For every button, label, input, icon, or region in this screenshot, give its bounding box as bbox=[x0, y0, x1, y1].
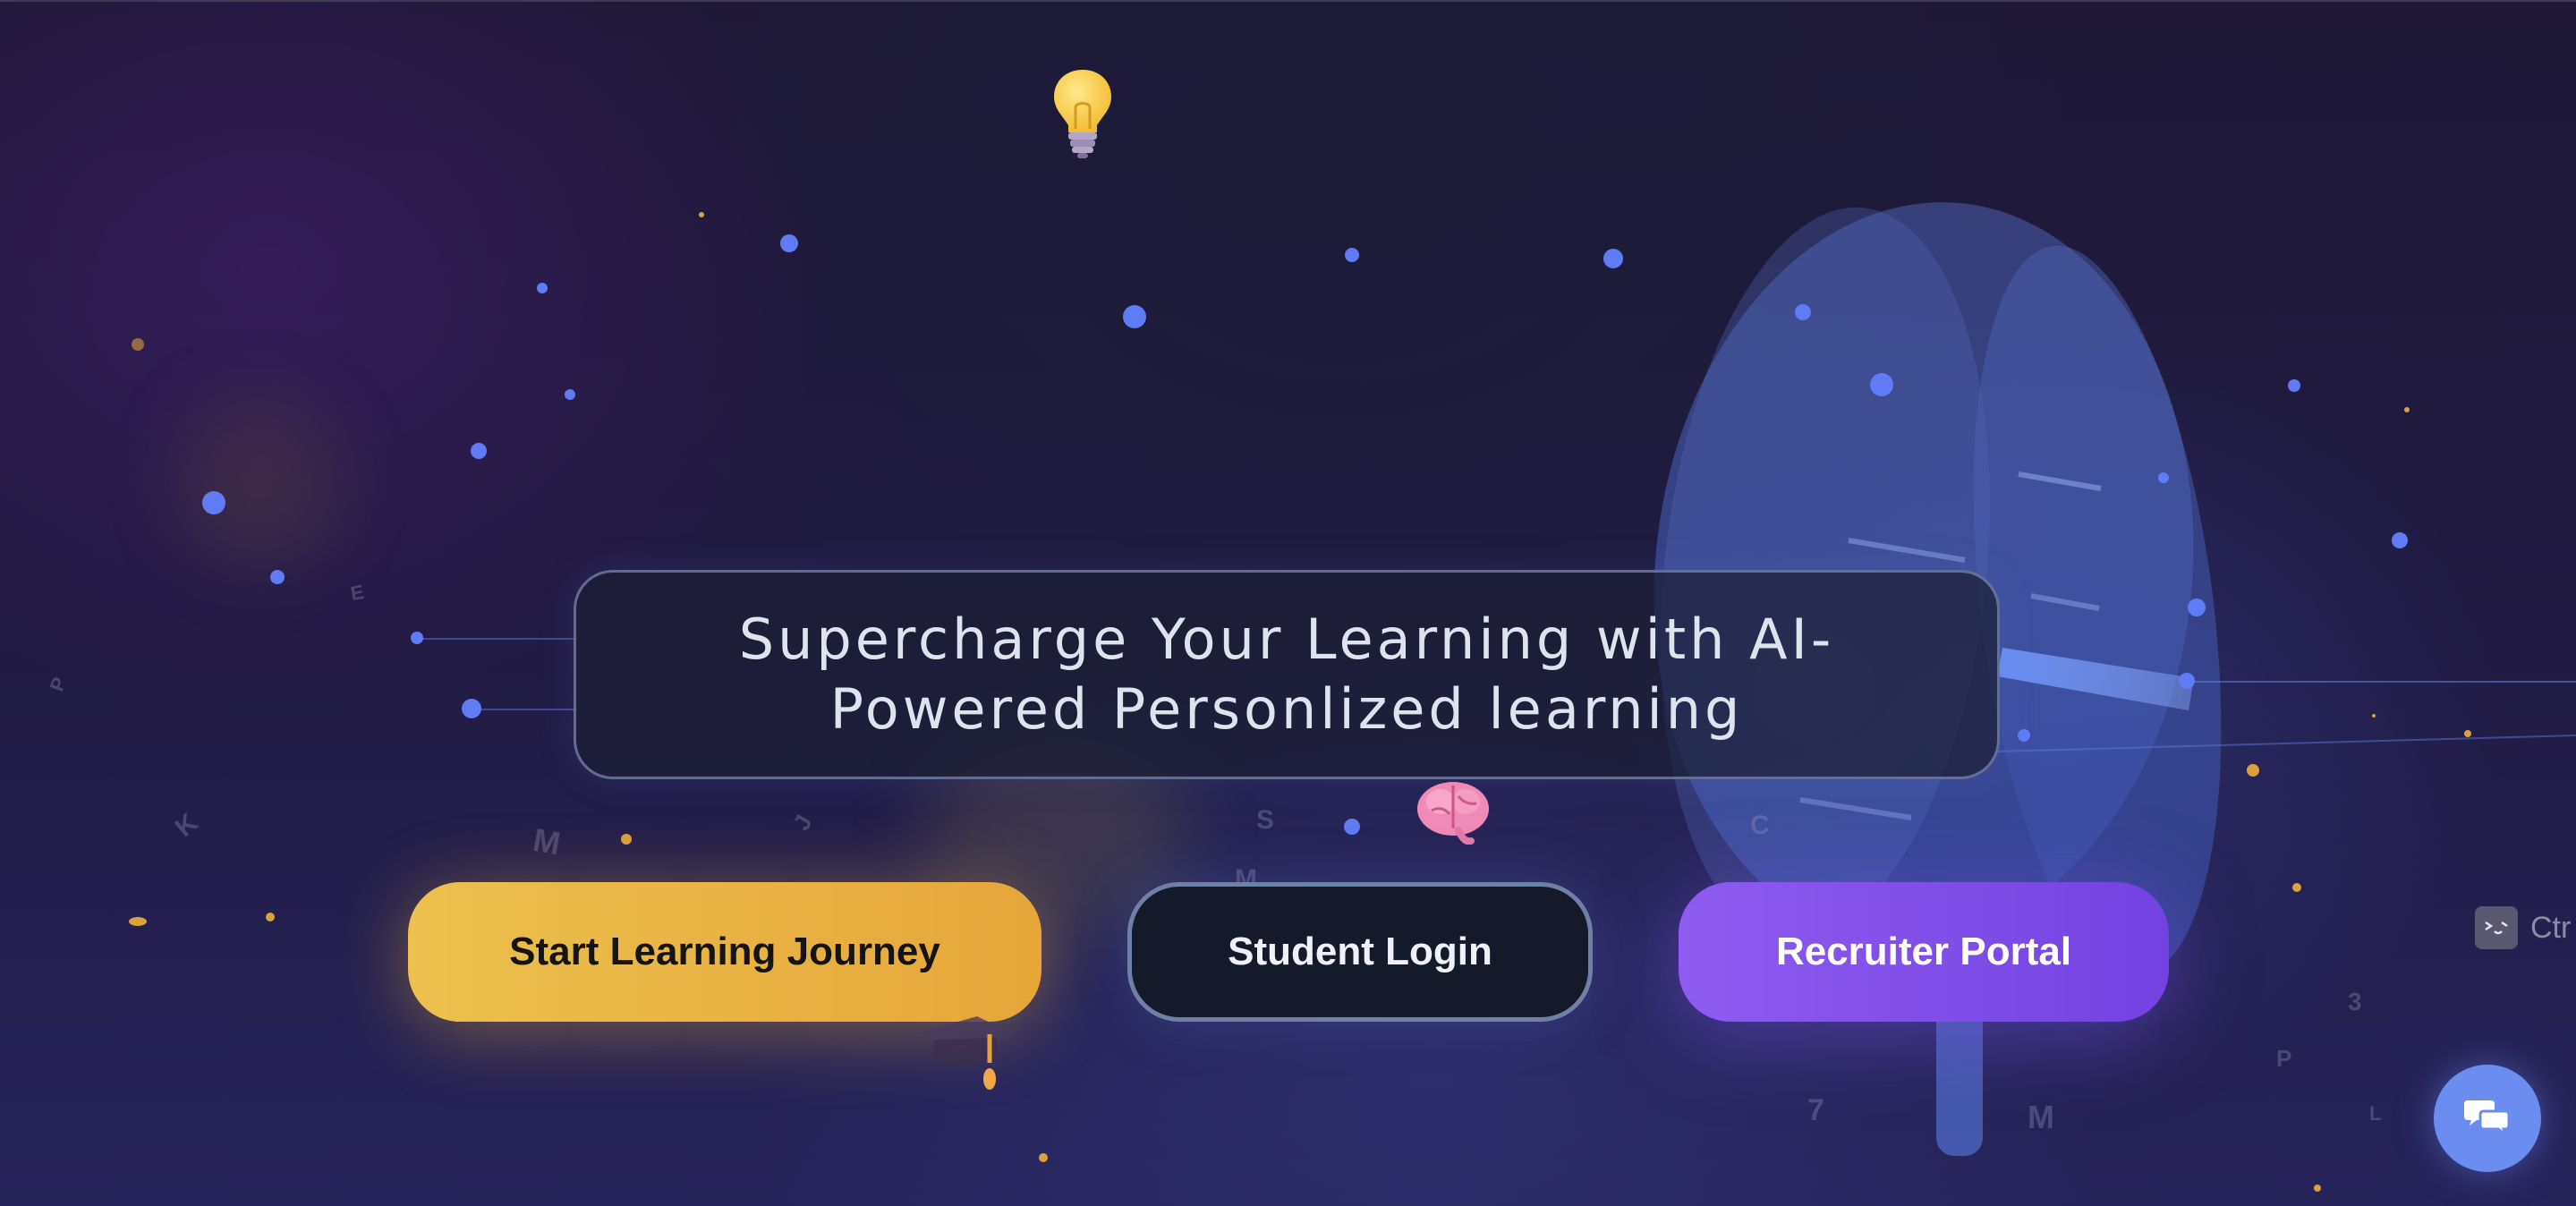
recruiter-portal-button[interactable]: Recruiter Portal bbox=[1679, 882, 2169, 1022]
recruiter-portal-label: Recruiter Portal bbox=[1775, 930, 2072, 973]
floating-letter: M bbox=[2028, 1099, 2054, 1135]
start-learning-journey-button[interactable]: Start Learning Journey bbox=[408, 882, 1041, 1022]
graduation-cap-icon bbox=[914, 1013, 1018, 1093]
chat-button[interactable] bbox=[2434, 1065, 2541, 1172]
floating-letter: P bbox=[2276, 1045, 2292, 1072]
lightbulb-icon bbox=[1052, 66, 1113, 163]
floating-letter: C bbox=[1750, 811, 1770, 840]
terminal-icon bbox=[2475, 906, 2518, 949]
brain-icon bbox=[1414, 778, 1491, 845]
hero-card: Supercharge Your Learning with AI-Powere… bbox=[574, 570, 2000, 779]
landing-hero-stage: E P K M J S M C 3 P M 7 L Supercharge Yo… bbox=[0, 0, 2576, 1206]
tree-trunk bbox=[1936, 1002, 1983, 1156]
student-login-label: Student Login bbox=[1228, 930, 1492, 973]
floating-letter: 3 bbox=[2348, 988, 2362, 1015]
student-login-button[interactable]: Student Login bbox=[1127, 882, 1593, 1022]
hero-title: Supercharge Your Learning with AI-Powere… bbox=[738, 607, 1835, 742]
shortcut-hint-text: Ctr bbox=[2530, 910, 2572, 945]
keyboard-shortcut-hint[interactable]: Ctr bbox=[2475, 906, 2571, 949]
floating-letter: 7 bbox=[1807, 1093, 1824, 1127]
chat-bubbles-icon bbox=[2464, 1097, 2511, 1141]
floating-letter: L bbox=[2369, 1102, 2382, 1125]
floating-letter: S bbox=[1256, 805, 1275, 835]
start-learning-journey-label: Start Learning Journey bbox=[509, 930, 940, 973]
